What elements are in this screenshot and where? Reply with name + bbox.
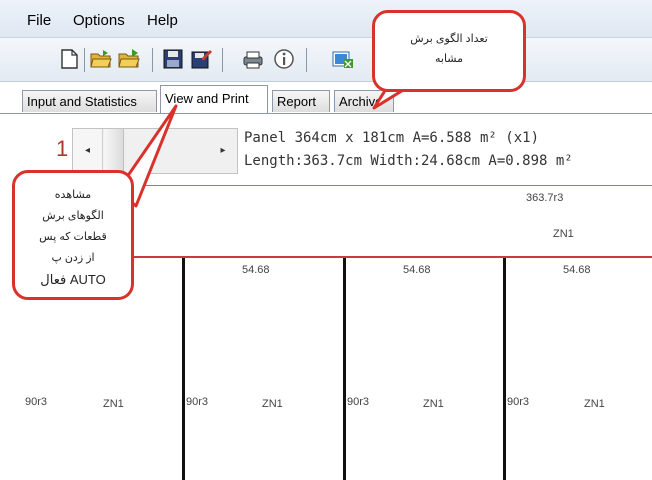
scroll-right-icon[interactable]: ▸ (209, 129, 237, 173)
pattern-scrollbar[interactable]: ◂ ▸ (72, 128, 238, 174)
save-as-icon[interactable] (190, 48, 212, 70)
open-folder-alt-icon[interactable] (118, 48, 140, 70)
column-side-label: 90r3 (347, 396, 370, 408)
callout-text: تعداد الگوی برش (410, 33, 488, 45)
strip-length-label: 363.7r3 (526, 192, 564, 204)
tab-report[interactable]: Report (272, 90, 330, 112)
panel-info-line-1: Panel 364cm x 181cm A=6.588 m² (x1) (244, 130, 540, 146)
column-part-label: ZN1 (423, 398, 444, 410)
column-width-label: 54.68 (403, 264, 431, 276)
menu-help[interactable]: Help (147, 12, 178, 29)
callout-text: فعال AUTO (40, 272, 106, 287)
tab-input-and-statistics[interactable]: Input and Statistics (22, 90, 157, 112)
panel-info-line-2: Length:363.7cm Width:24.68cm A=0.898 m² (244, 153, 573, 169)
callout-text: از زدن پ (51, 252, 95, 264)
column-side-label: 90r3 (25, 396, 48, 408)
scroll-left-icon[interactable]: ◂ (73, 129, 103, 173)
callout-text: مشابه (434, 53, 463, 65)
callout-text: قطعات که پس (39, 231, 107, 243)
callout-view-patterns: مشاهده الگوهای برش قطعات که پس از زدن پ … (12, 170, 134, 300)
column-part-label: ZN1 (584, 398, 605, 410)
tab-archive[interactable]: Archive (334, 90, 394, 112)
callout-text: مشاهده (54, 189, 92, 201)
column-divider (343, 258, 346, 480)
column-divider (182, 258, 185, 480)
column-part-label: ZN1 (103, 398, 124, 410)
column-side-label: 90r3 (186, 396, 209, 408)
toolbar (0, 38, 652, 82)
callout-text: الگوهای برش (42, 210, 104, 222)
column-width-label: 54.68 (563, 264, 591, 276)
info-icon[interactable] (273, 48, 295, 70)
scroll-thumb[interactable] (104, 129, 124, 173)
new-file-icon[interactable] (58, 48, 80, 70)
menu-options[interactable]: Options (73, 12, 125, 29)
print-icon[interactable] (242, 48, 264, 70)
column-part-label: ZN1 (262, 398, 283, 410)
menu-bar: File Options Help (0, 0, 652, 38)
page-number: 1 (56, 136, 69, 161)
export-icon[interactable] (332, 48, 354, 70)
column-divider (503, 258, 506, 480)
tab-strip: Input and Statistics View and Print Repo… (0, 82, 652, 114)
callout-similar-patterns: تعداد الگوی برش مشابه (372, 10, 526, 92)
strip-part-label: ZN1 (553, 228, 574, 240)
column-width-label: 54.68 (242, 264, 270, 276)
column-side-label: 90r3 (507, 396, 530, 408)
open-folder-icon[interactable] (90, 48, 112, 70)
save-icon[interactable] (162, 48, 184, 70)
menu-file[interactable]: File (27, 12, 51, 29)
tab-view-and-print[interactable]: View and Print (160, 85, 268, 113)
